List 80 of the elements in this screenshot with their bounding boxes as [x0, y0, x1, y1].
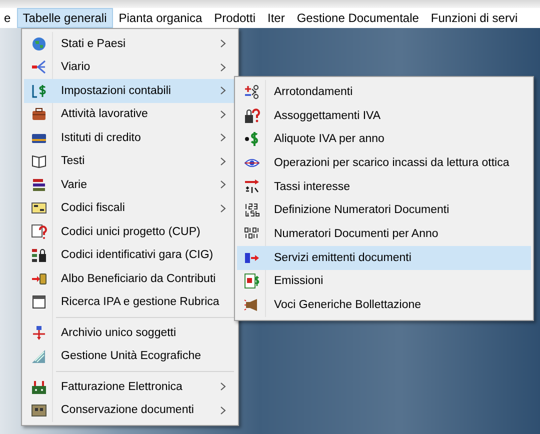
- menu-item[interactable]: Arrotondamenti: [237, 80, 531, 104]
- menu-item-label: Archivio unico soggetti: [60, 326, 178, 339]
- briefcase-icon: [31, 106, 47, 122]
- menu-item[interactable]: Tassi interesse: [237, 174, 531, 198]
- menu-item[interactable]: Stati e Paesi: [24, 32, 236, 56]
- globe-icon: [31, 36, 47, 52]
- menu-item[interactable]: Conservazione documenti: [24, 398, 236, 422]
- menu-item-label: Aliquote IVA per anno: [273, 133, 386, 146]
- menu-item[interactable]: Voci Generiche Bollettazione: [237, 293, 531, 317]
- menu-item-label: Albo Beneficiario da Contributi: [60, 272, 217, 285]
- menu-item[interactable]: Attività lavorative: [24, 102, 236, 126]
- menu-item[interactable]: Definizione Numeratori Documenti: [237, 198, 531, 222]
- card-icon: [31, 200, 47, 216]
- dollar-icon: [244, 273, 260, 290]
- dollar-icon: [244, 131, 260, 148]
- menu-item[interactable]: Impostazioni contabili: [24, 79, 236, 102]
- menu-item[interactable]: Codici fiscali: [24, 196, 236, 220]
- menu-item-label: Tassi interesse: [273, 180, 352, 193]
- menu-item[interactable]: Fatturazione Elettronica: [24, 375, 236, 398]
- menu-item-label: Istituti di credito: [60, 132, 142, 144]
- network-icon: [31, 324, 47, 341]
- book-icon: [31, 153, 47, 170]
- menu-item[interactable]: Gestione Unità Ecografiche: [24, 344, 236, 368]
- menu-item[interactable]: Aliquote IVA per anno: [237, 127, 531, 152]
- menu-item-label: Stati e Paesi: [60, 38, 127, 50]
- menu-item-label: Arrotondamenti: [273, 86, 354, 98]
- question-icon: [31, 224, 47, 240]
- lines-icon: [31, 59, 47, 76]
- menu-item[interactable]: Viario: [24, 56, 236, 79]
- menu-bar-item[interactable]: Prodotti: [208, 8, 262, 28]
- menu-item[interactable]: Servizi emittenti documenti: [237, 246, 531, 270]
- menu-item[interactable]: Varie: [24, 173, 236, 196]
- menu-item-label: Gestione Unità Ecografiche: [60, 350, 202, 362]
- menu-item-label: Testi: [60, 155, 86, 168]
- menu-bar-item[interactable]: Funzioni di servi: [424, 8, 524, 28]
- menu-item-label: Fatturazione Elettronica: [60, 380, 184, 393]
- menu-item-label: Operazioni per scarico incassi da lettura ottica: [273, 156, 510, 169]
- digits-icon: [244, 202, 260, 218]
- menu-item[interactable]: Testi: [24, 150, 236, 173]
- menu-item[interactable]: Archivio unico soggetti: [24, 321, 236, 344]
- menu-item-label: Codici unici progetto (CUP): [60, 226, 202, 238]
- menu-item[interactable]: Codici unici progetto (CUP): [24, 220, 236, 244]
- lock-icon: [31, 247, 47, 264]
- menu-item[interactable]: Operazioni per scarico incassi da lettura ottica: [237, 151, 531, 175]
- menu-item-label: Definizione Numeratori Documenti: [273, 204, 450, 216]
- dollar-icon: [31, 82, 47, 99]
- menu-bar-item[interactable]: Gestione Documentale: [290, 8, 425, 28]
- window-icon: [31, 294, 47, 310]
- menu-item-label: Codici identificativi gara (CIG): [60, 249, 214, 262]
- menu-item[interactable]: Emissioni: [237, 270, 531, 294]
- menu-item-label: Impostazioni contabili: [60, 84, 172, 97]
- menu-item-label: Varie: [60, 178, 88, 191]
- megaphone-icon: [244, 297, 260, 314]
- menu-item-label: Viario: [60, 61, 92, 74]
- menu-item-label: Conservazione documenti: [60, 404, 195, 416]
- menu-item-label: Servizi emittenti documenti: [273, 252, 412, 264]
- menu-bar-item[interactable]: e: [0, 8, 17, 28]
- menu-item-label: Attività lavorative: [60, 108, 149, 120]
- box-icon: [31, 402, 47, 418]
- menu-item-label: Numeratori Documenti per Anno: [273, 228, 440, 240]
- menu-item-label: Emissioni: [273, 275, 324, 288]
- menu-item-label: Voci Generiche Bollettazione: [273, 299, 422, 312]
- menu-bar-item[interactable]: Tabelle generali: [16, 8, 113, 28]
- menu-item[interactable]: Ricerca IPA e gestione Rubrica: [24, 290, 236, 314]
- stripes-icon: [31, 176, 47, 193]
- arrow-icon: [31, 270, 47, 287]
- menu-item[interactable]: Codici identificativi gara (CIG): [24, 244, 236, 267]
- arrow-icon: [244, 178, 260, 195]
- menu-item-label: Assoggettamenti IVA: [273, 110, 382, 122]
- question-icon: [244, 108, 260, 124]
- menu-item-label: Ricerca IPA e gestione Rubrica: [60, 296, 220, 308]
- menu-item-label: Codici fiscali: [60, 202, 126, 214]
- plug-icon: [31, 378, 47, 395]
- menu-bar-item[interactable]: Iter: [262, 8, 291, 28]
- menu-item[interactable]: Istituti di credito: [24, 126, 236, 150]
- menu-item[interactable]: Albo Beneficiario da Contributi: [24, 267, 236, 290]
- menu-bar-item[interactable]: Pianta organica: [112, 8, 208, 28]
- menu-item[interactable]: Assoggettamenti IVA: [237, 104, 531, 128]
- menu-item[interactable]: Numeratori Documenti per Anno: [237, 222, 531, 246]
- scissors-icon: [244, 84, 260, 100]
